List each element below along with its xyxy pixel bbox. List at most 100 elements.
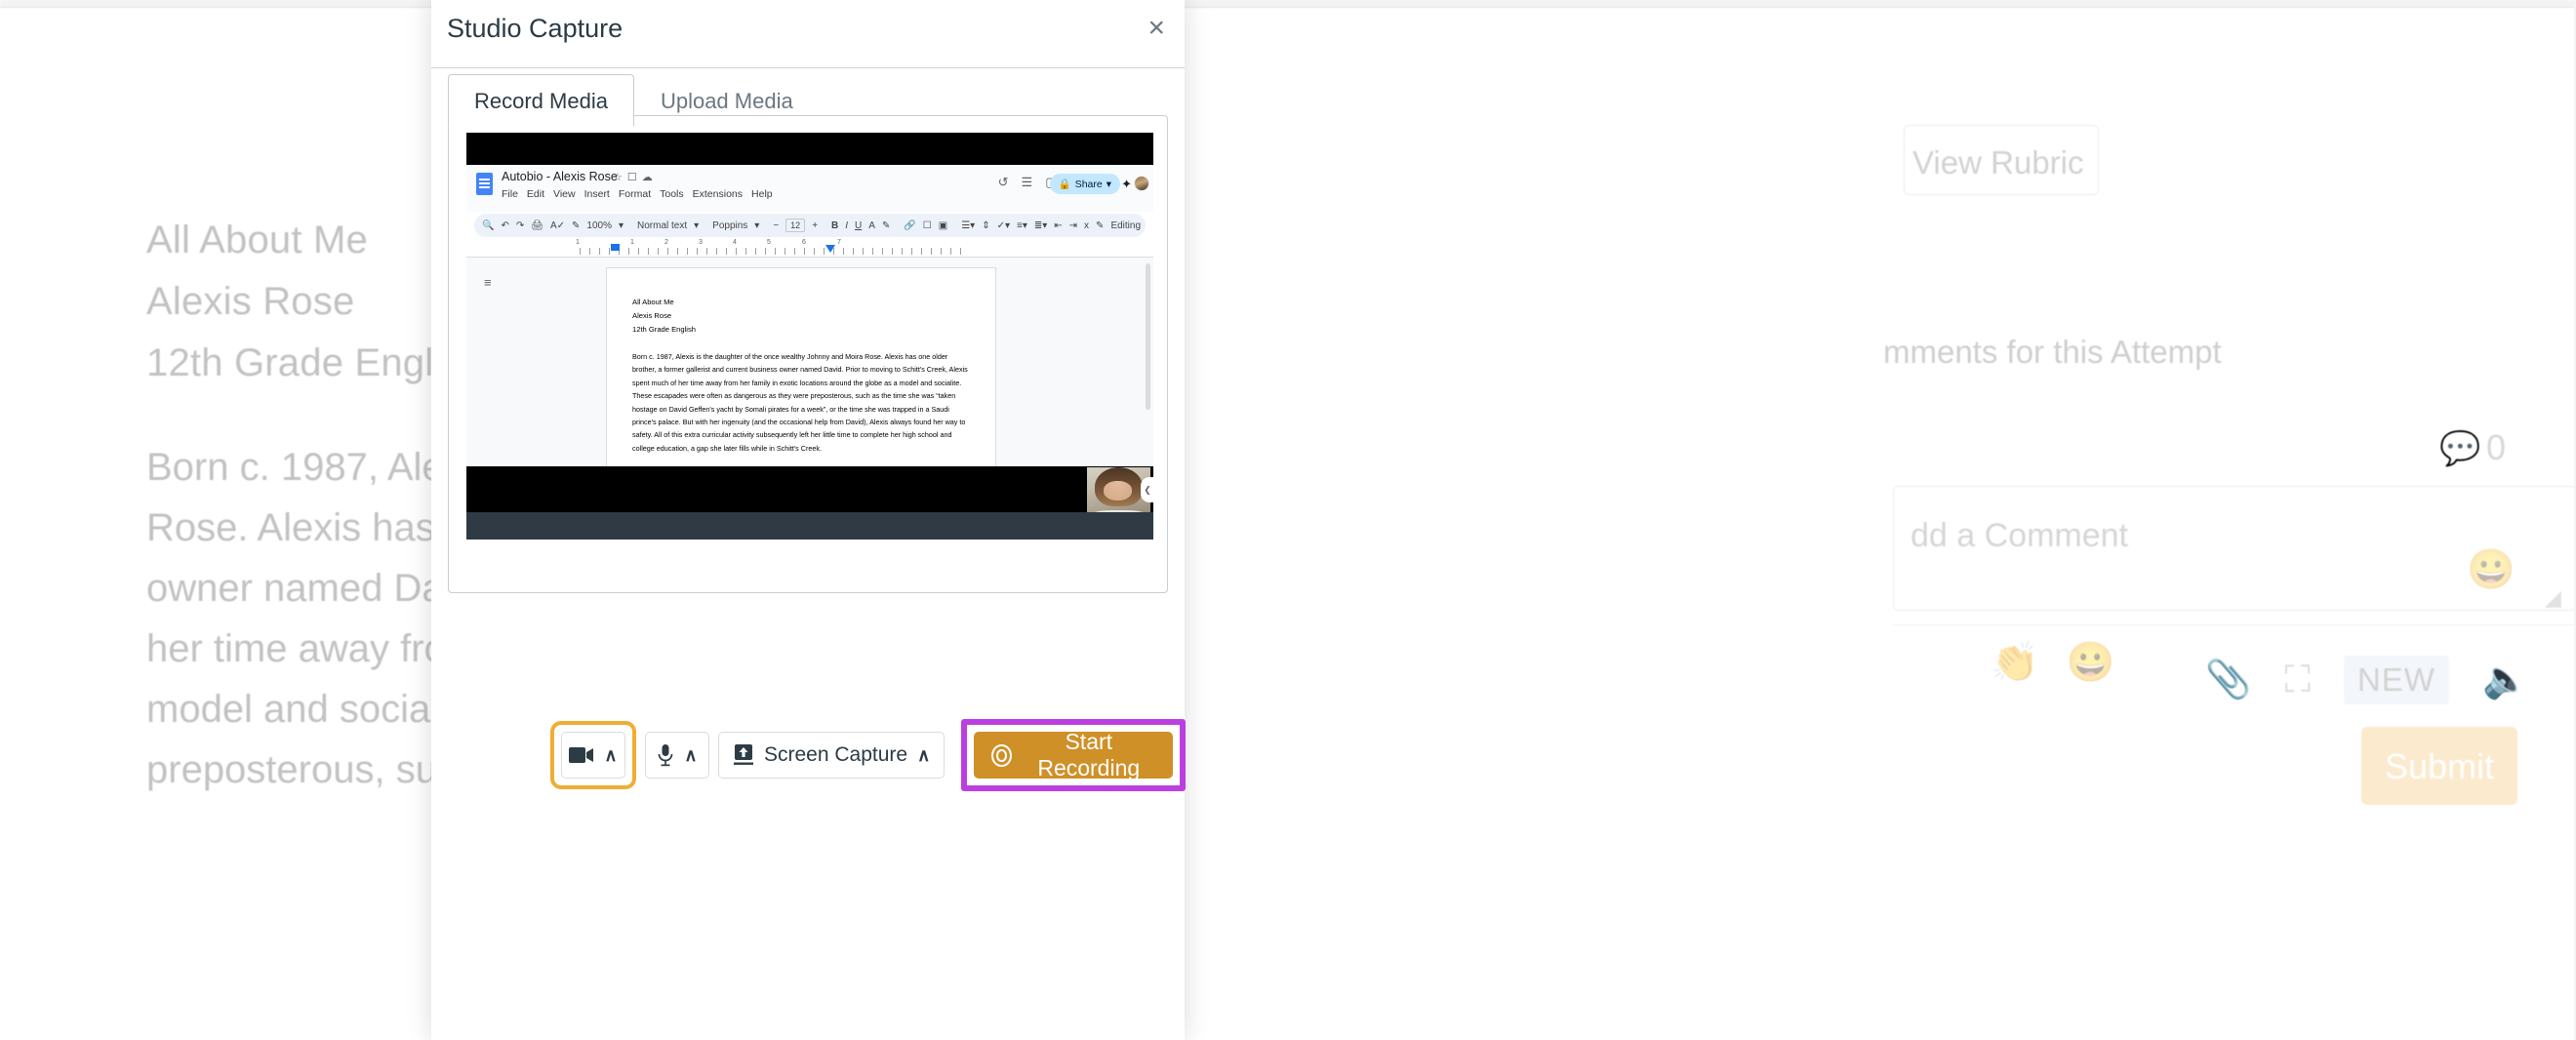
chevron-down-icon[interactable]: ▾ (754, 220, 759, 231)
menu-help[interactable]: Help (751, 188, 773, 200)
emoji-picker-icon[interactable]: 😀 (2467, 546, 2516, 592)
comment-bubble-icon: 💬 (2439, 430, 2481, 467)
menu-format[interactable]: Format (619, 188, 651, 200)
gdocs-toolbar[interactable]: 🔍 ↶ ↷ 🖨 A✓ ✎ 100% ▾ Normal text ▾ Poppin… (474, 214, 1146, 237)
start-recording-highlight-box: Start Recording (961, 719, 1186, 791)
menu-tools[interactable]: Tools (660, 188, 684, 200)
menu-edit[interactable]: Edit (527, 188, 544, 200)
view-rubric-label: View Rubric (1912, 144, 2084, 180)
increase-indent-icon[interactable]: ⇥ (1069, 220, 1077, 231)
clap-reaction-icon[interactable]: 👏 (1991, 639, 2039, 685)
modal-header: Studio Capture × (431, 0, 1185, 68)
bold-icon[interactable]: B (831, 220, 838, 231)
quick-reactions[interactable]: 👏 😀 (1991, 639, 2115, 685)
document-outline-toggle-icon[interactable]: ≡ (484, 275, 492, 290)
clear-formatting-icon[interactable]: x (1084, 220, 1089, 231)
smile-reaction-icon[interactable]: 😀 (2067, 639, 2115, 685)
menu-extensions[interactable]: Extensions (693, 188, 743, 200)
spellcheck-icon[interactable]: A✓ (550, 220, 565, 231)
zoom-level[interactable]: 100% (586, 220, 612, 231)
speaker-icon[interactable]: 🔈 (2482, 659, 2528, 701)
right-indent-marker[interactable] (825, 245, 835, 253)
font-size-input[interactable]: 12 (785, 219, 806, 232)
decrease-indent-icon[interactable]: ⇤ (1054, 220, 1062, 231)
ruler-number: 3 (699, 239, 703, 246)
comment-icon[interactable]: ☐ (923, 220, 932, 231)
ruler-number: 4 (733, 239, 737, 246)
redo-icon[interactable]: ↷ (516, 220, 524, 231)
comment-count: 0 (2486, 427, 2507, 467)
microphone-select-button[interactable]: ∧ (645, 732, 709, 779)
chevron-down-icon[interactable]: ▾ (1107, 179, 1111, 190)
comment-divider (1893, 624, 2576, 625)
gdocs-ruler[interactable]: 1 1 2 3 4 5 6 7 (474, 239, 1146, 255)
decrease-font-size-button[interactable]: − (773, 220, 779, 231)
chevron-down-icon[interactable]: ▾ (619, 220, 624, 231)
menu-file[interactable]: File (502, 188, 518, 200)
menu-view[interactable]: View (553, 188, 576, 200)
gdocs-titlebar: Autobio - Alexis Rose ☆☐☁ File Edit View… (466, 165, 1153, 212)
close-icon[interactable]: × (1147, 14, 1165, 43)
chevron-left-icon[interactable]: ❮ (1141, 477, 1153, 502)
player-controls-bar[interactable] (466, 512, 1153, 540)
chevron-down-icon[interactable]: ▾ (694, 220, 699, 231)
line-spacing-icon[interactable]: ⇕ (982, 220, 989, 231)
editing-pencil-icon[interactable]: ✎ (1096, 220, 1104, 231)
background-topbar (0, 0, 2576, 8)
shared-screen-content: Autobio - Alexis Rose ☆☐☁ File Edit View… (466, 165, 1153, 466)
underline-icon[interactable]: U (855, 220, 862, 231)
lock-icon: 🔒 (1058, 179, 1071, 190)
chevron-up-icon[interactable]: ∧ (684, 745, 697, 766)
doc-heading-line: Alexis Rose (632, 311, 672, 320)
highlight-icon[interactable]: ✎ (882, 220, 890, 231)
scrollbar[interactable] (1146, 263, 1150, 410)
increase-font-size-button[interactable]: + (812, 220, 818, 231)
capture-controls: ∧ ∧ Screen Capture ∧ Start Recording (465, 719, 1186, 791)
ruler-number: 6 (802, 239, 806, 246)
document-outline-icon[interactable]: ☰ (1022, 175, 1033, 190)
editing-mode-label[interactable]: Editing (1110, 220, 1141, 231)
media-capture-icon[interactable]: ⛶ (2284, 660, 2311, 701)
gdocs-title-icons[interactable]: ☆☐☁ (613, 171, 658, 183)
start-recording-label: Start Recording (1037, 729, 1141, 780)
chevron-up-icon[interactable]: ∧ (917, 745, 930, 766)
gemini-sparkle-icon[interactable]: ✦ (1121, 177, 1132, 192)
start-recording-button[interactable]: Start Recording (974, 729, 1173, 780)
numbered-list-icon[interactable]: ≣▾ (1034, 220, 1047, 231)
comment-toolbar[interactable]: 📎 ⛶ NEW 🔈 (2205, 656, 2528, 704)
italic-icon[interactable]: I (845, 220, 848, 231)
tab-record-media[interactable]: Record Media (448, 74, 634, 127)
textarea-resize-handle[interactable]: ◢ (2545, 585, 2561, 611)
gdocs-canvas: ≡ All About Me Alexis Rose 12th Grade En… (466, 257, 1153, 466)
paint-format-icon[interactable]: ✎ (572, 220, 580, 231)
font-family-select[interactable]: Poppins (712, 220, 747, 231)
ruler-number: 1 (630, 239, 634, 246)
chevron-up-icon[interactable]: ∧ (604, 745, 617, 766)
google-docs-icon (476, 173, 493, 195)
screen-capture-label: Screen Capture (764, 743, 908, 766)
menu-insert[interactable]: Insert (584, 188, 610, 200)
record-media-panel: Autobio - Alexis Rose ☆☐☁ File Edit View… (448, 115, 1186, 791)
letterbox-bottom (466, 466, 1153, 512)
align-icon[interactable]: ☰▾ (961, 220, 975, 231)
share-button[interactable]: 🔒 Share ▾ (1049, 174, 1120, 194)
camera-select-button[interactable]: ∧ (561, 732, 625, 779)
search-icon[interactable]: 🔍 (482, 220, 494, 231)
avatar[interactable] (1134, 176, 1149, 191)
screen-capture-button[interactable]: Screen Capture ∧ (718, 732, 946, 779)
paragraph-style[interactable]: Normal text (637, 220, 687, 231)
ruler-ticks (580, 248, 970, 255)
image-icon[interactable]: ▣ (939, 220, 947, 231)
bulleted-list-icon[interactable]: ≡▾ (1017, 220, 1027, 231)
doc-body-paragraph: Born c. 1987, Alexis is the daughter of … (632, 352, 968, 453)
print-icon[interactable]: 🖨 (531, 220, 543, 231)
link-icon[interactable]: 🔗 (904, 220, 915, 231)
version-history-icon[interactable]: ↺ (998, 175, 1009, 190)
undo-icon[interactable]: ↶ (501, 220, 508, 231)
text-color-icon[interactable]: A (868, 220, 875, 231)
paperclip-icon[interactable]: 📎 (2205, 659, 2251, 701)
left-indent-marker[interactable] (611, 244, 620, 251)
gdocs-menubar[interactable]: File Edit View Insert Format Tools Exten… (502, 188, 773, 200)
checklist-icon[interactable]: ✓▾ (997, 220, 1010, 231)
add-comment-placeholder: dd a Comment (1911, 517, 2128, 554)
